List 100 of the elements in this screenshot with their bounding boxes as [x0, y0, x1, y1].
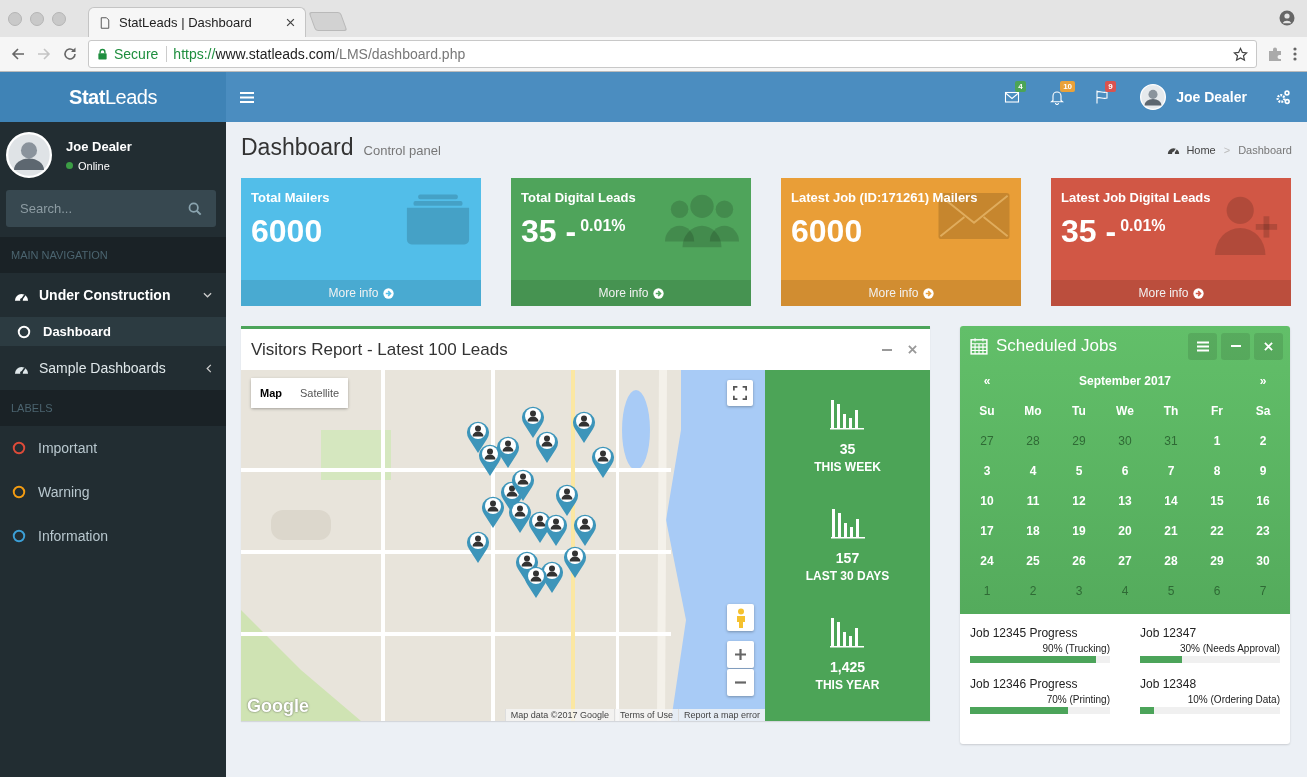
close-button[interactable] [1254, 332, 1283, 360]
calendar-day[interactable]: 9 [1240, 456, 1286, 486]
more-info-link[interactable]: More info [241, 280, 481, 306]
close-button[interactable] [905, 342, 920, 357]
calendar-day[interactable]: 6 [1194, 576, 1240, 606]
nav-item[interactable]: Sample Dashboards [0, 346, 226, 390]
map-pin-icon[interactable] [544, 513, 568, 547]
calendar-day[interactable]: 12 [1056, 486, 1102, 516]
person-icon [735, 607, 746, 628]
map-pin-icon[interactable] [535, 430, 559, 464]
star-icon[interactable] [1233, 46, 1248, 62]
map-pin-icon[interactable] [496, 435, 520, 469]
calendar-day[interactable]: 17 [964, 516, 1010, 546]
calendar-day[interactable]: 27 [964, 426, 1010, 456]
notification-button[interactable]: 10 [1034, 72, 1080, 122]
nav-item[interactable]: Information [0, 514, 226, 558]
calendar-day[interactable]: 16 [1240, 486, 1286, 516]
nav-item[interactable]: Warning [0, 470, 226, 514]
calendar-day[interactable]: 28 [1010, 426, 1056, 456]
calendar-day[interactable]: 29 [1194, 546, 1240, 576]
map-link[interactable]: Terms of Use [613, 709, 678, 721]
calendar-day[interactable]: 25 [1010, 546, 1056, 576]
calendar-day[interactable]: 28 [1148, 546, 1194, 576]
calendar-day[interactable]: 14 [1148, 486, 1194, 516]
calendar-day[interactable]: 19 [1056, 516, 1102, 546]
calendar-day[interactable]: 4 [1010, 456, 1056, 486]
nav-item[interactable]: Important [0, 426, 226, 470]
nav-item[interactable]: Under Construction [0, 273, 226, 317]
zoom-in-button[interactable] [727, 641, 754, 668]
calendar-day[interactable]: 3 [1056, 576, 1102, 606]
calendar-day[interactable]: 10 [964, 486, 1010, 516]
calendar-day[interactable]: 1 [1194, 426, 1240, 456]
map-pin-icon[interactable] [555, 483, 579, 517]
map-type-button[interactable]: Satellite [291, 378, 349, 408]
calendar-day[interactable]: 4 [1102, 576, 1148, 606]
calendar-day[interactable]: 30 [1240, 546, 1286, 576]
profile-icon[interactable] [1279, 10, 1295, 26]
calendar-day[interactable]: 27 [1102, 546, 1148, 576]
browser-tab[interactable]: StatLeads | Dashboard [88, 7, 306, 37]
calendar-day[interactable]: 15 [1194, 486, 1240, 516]
next-month-button[interactable]: » [1240, 366, 1286, 396]
map-type-button[interactable]: Map [251, 378, 291, 408]
envelope-icon [1003, 89, 1020, 105]
map-pin-icon[interactable] [591, 445, 615, 479]
collapse-button[interactable] [1221, 332, 1250, 360]
notification-button[interactable]: 9 [1079, 72, 1125, 122]
calendar-day[interactable]: 13 [1102, 486, 1148, 516]
calendar-day[interactable]: 5 [1056, 456, 1102, 486]
calendar-day[interactable]: 23 [1240, 516, 1286, 546]
calendar-day[interactable]: 30 [1102, 426, 1148, 456]
calendar-day[interactable]: 21 [1148, 516, 1194, 546]
reload-icon[interactable] [62, 46, 78, 62]
calendar-day[interactable]: 6 [1102, 456, 1148, 486]
map-pin-icon[interactable] [508, 500, 532, 534]
close-icon[interactable] [286, 18, 295, 27]
map-pin-icon[interactable] [478, 443, 502, 477]
previous-month-button[interactable]: « [964, 366, 1010, 396]
more-info-link[interactable]: More info [511, 280, 751, 306]
menu-button[interactable] [1188, 332, 1217, 360]
address-bar[interactable]: Secure https://www.statleads.com/LMS/dashboard.php [88, 40, 1257, 68]
month-title[interactable]: September 2017 [1010, 366, 1240, 396]
map-pin-icon[interactable] [572, 410, 596, 444]
map-pin-icon[interactable] [524, 565, 548, 599]
calendar-day[interactable]: 20 [1102, 516, 1148, 546]
calendar-day[interactable]: 8 [1194, 456, 1240, 486]
circle-icon [17, 324, 31, 339]
calendar-day[interactable]: 2 [1010, 576, 1056, 606]
search-field[interactable]: Search... [6, 190, 216, 227]
calendar-day[interactable]: 11 [1010, 486, 1056, 516]
calendar-day[interactable]: 31 [1148, 426, 1194, 456]
calendar-day[interactable]: 26 [1056, 546, 1102, 576]
logo[interactable]: StatLeads [0, 72, 226, 122]
map-pin-icon[interactable] [481, 495, 505, 529]
calendar-day[interactable]: 3 [964, 456, 1010, 486]
calendar-day[interactable]: 2 [1240, 426, 1286, 456]
map-pin-icon[interactable] [511, 468, 535, 502]
nav-subitem[interactable]: Dashboard [0, 317, 226, 346]
calendar-day[interactable]: 1 [964, 576, 1010, 606]
fullscreen-button[interactable] [727, 380, 753, 406]
notification-button[interactable]: 4 [989, 72, 1035, 122]
search-icon[interactable] [188, 202, 202, 216]
calendar-day[interactable]: 5 [1148, 576, 1194, 606]
calendar-day[interactable]: 18 [1010, 516, 1056, 546]
more-info-link[interactable]: More info [781, 280, 1021, 306]
map-pin-icon[interactable] [573, 513, 597, 547]
map-pin-icon[interactable] [466, 530, 490, 564]
calendar-day[interactable]: 22 [1194, 516, 1240, 546]
menu-icon[interactable] [240, 90, 254, 104]
calendar-day[interactable]: 7 [1148, 456, 1194, 486]
map-pin-icon[interactable] [563, 545, 587, 579]
more-info-link[interactable]: More info [1051, 280, 1291, 306]
back-icon[interactable] [10, 46, 26, 62]
user-name[interactable]: Joe Dealer [1176, 89, 1247, 105]
calendar-day[interactable]: 24 [964, 546, 1010, 576]
more-icon[interactable] [1293, 46, 1297, 62]
calendar-day[interactable]: 29 [1056, 426, 1102, 456]
section-header: LABELS [0, 390, 226, 426]
breadcrumb-link[interactable]: Home [1186, 143, 1216, 156]
calendar-day[interactable]: 7 [1240, 576, 1286, 606]
map-pin-icon[interactable] [521, 405, 545, 439]
